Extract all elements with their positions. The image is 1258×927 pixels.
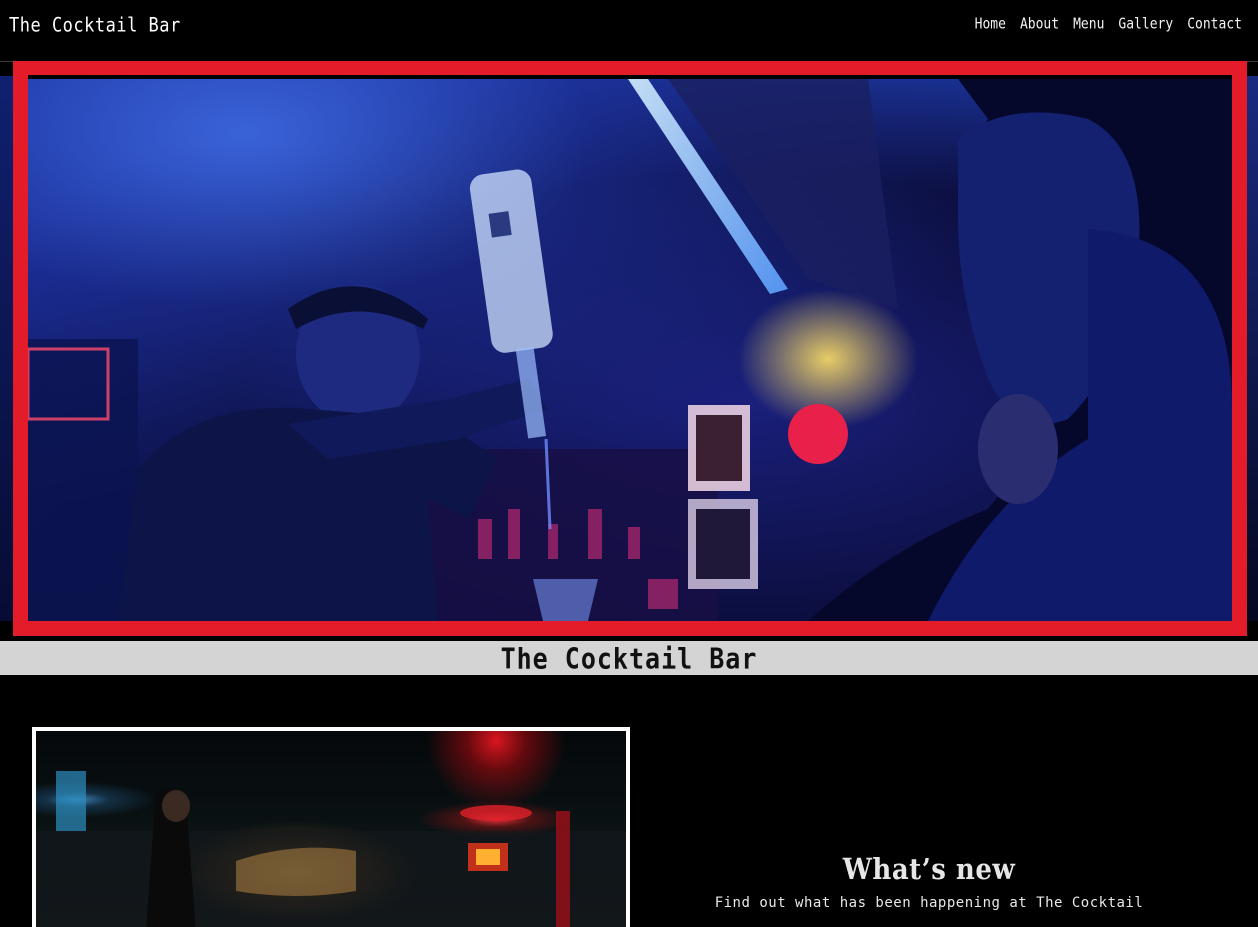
hero-backdrop-left bbox=[0, 76, 13, 621]
feature-image-frame bbox=[32, 727, 630, 927]
bar-interior-photo bbox=[36, 731, 626, 927]
nav-link-home[interactable]: Home bbox=[975, 16, 1006, 33]
top-navbar: The Cocktail Bar Home About Menu Gallery… bbox=[0, 0, 1258, 62]
site-brand[interactable]: The Cocktail Bar bbox=[9, 14, 181, 37]
page-title: The Cocktail Bar bbox=[500, 641, 758, 675]
nav-links: Home About Menu Gallery Contact bbox=[975, 14, 1242, 33]
whats-new-body: Find out what has been happening at The … bbox=[714, 895, 1144, 911]
hero-frame bbox=[13, 61, 1247, 636]
whats-new-title: What’s new bbox=[842, 853, 1016, 887]
hero-backdrop-right bbox=[1247, 76, 1258, 621]
title-band: The Cocktail Bar bbox=[0, 641, 1258, 675]
nav-link-about[interactable]: About bbox=[1020, 16, 1059, 33]
hero-photo bbox=[28, 79, 1232, 621]
whats-new-section: What’s new Find out what has been happen… bbox=[640, 853, 1218, 912]
hero-photo-illustration bbox=[28, 79, 1232, 621]
bar-interior-illustration bbox=[36, 771, 626, 927]
nav-link-contact[interactable]: Contact bbox=[1187, 16, 1242, 33]
nav-link-gallery[interactable]: Gallery bbox=[1118, 16, 1173, 33]
nav-link-menu[interactable]: Menu bbox=[1073, 16, 1104, 33]
hero-inner bbox=[28, 75, 1232, 621]
